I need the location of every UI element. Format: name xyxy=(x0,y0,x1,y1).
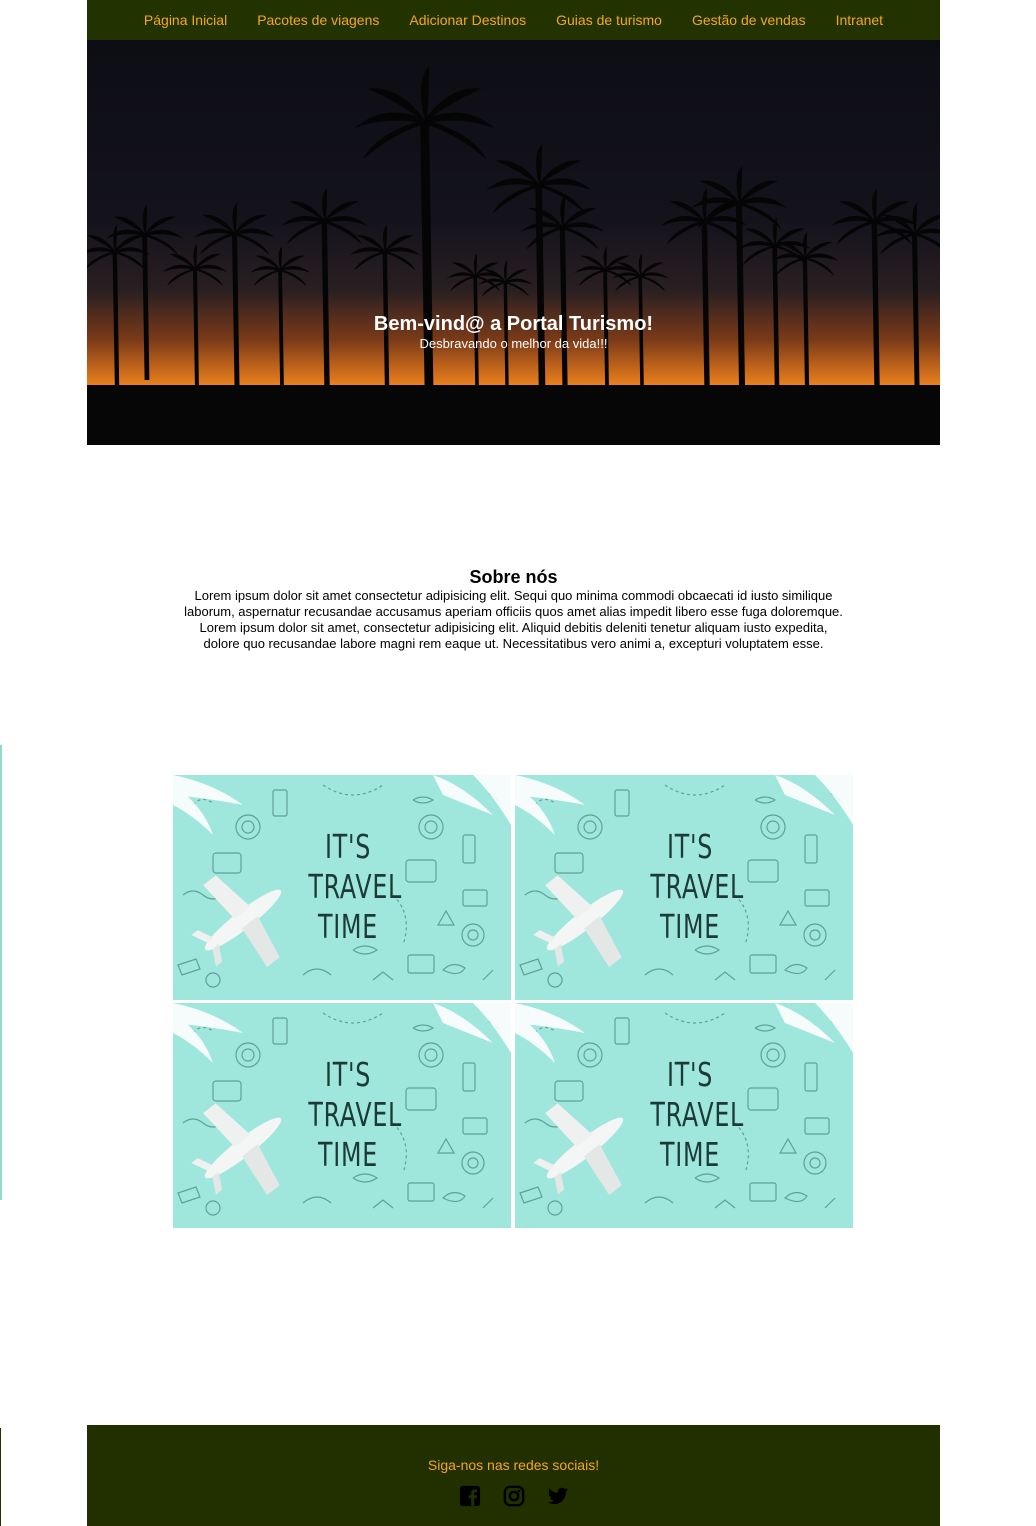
tile-caption-line: IT'S xyxy=(324,1055,372,1094)
facebook-icon[interactable] xyxy=(459,1485,481,1507)
page: Página Inicial Pacotes de viagens Adicio… xyxy=(0,0,1036,1526)
nav-link-gestao-de-vendas[interactable]: Gestão de vendas xyxy=(677,12,821,28)
tile-caption-line: TRAVEL xyxy=(308,1095,403,1134)
tile-caption-line: IT'S xyxy=(666,827,714,866)
hero-text: Bem-vind@ a Portal Turismo! Desbravando … xyxy=(87,312,940,352)
nav-link-pacotes-de-viagens[interactable]: Pacotes de viagens xyxy=(242,12,394,28)
social-links xyxy=(87,1485,940,1507)
tile-caption: IT'S TRAVEL TIME xyxy=(650,1055,745,1175)
edge-strip xyxy=(0,1428,1,1526)
hero-sunset-image xyxy=(87,40,940,445)
tile-caption-line: TRAVEL xyxy=(308,867,403,906)
nav-link-adicionar-destinos[interactable]: Adicionar Destinos xyxy=(394,12,541,28)
nav-link-pagina-inicial[interactable]: Página Inicial xyxy=(129,12,242,28)
instagram-icon[interactable] xyxy=(503,1485,525,1507)
hero-subtitle: Desbravando o melhor da vida!!! xyxy=(419,336,608,351)
tile-caption-line: TIME xyxy=(318,907,378,946)
gallery-image[interactable]: IT'S TRAVEL TIME xyxy=(173,1003,511,1228)
nav-link-guias-de-turismo[interactable]: Guias de turismo xyxy=(541,12,677,28)
tile-caption: IT'S TRAVEL TIME xyxy=(308,1055,403,1175)
footer: Siga-nos nas redes sociais! xyxy=(87,1425,940,1526)
tile-caption-line: IT'S xyxy=(666,1055,714,1094)
about-text: Lorem ipsum dolor sit amet consectetur a… xyxy=(184,588,843,651)
about-section: Sobre nós Lorem ipsum dolor sit amet con… xyxy=(87,566,940,652)
tile-caption-line: TIME xyxy=(318,1135,378,1174)
travel-gallery: IT'S TRAVEL TIME IT'S TRAVEL TIME IT'S T… xyxy=(173,775,855,1228)
top-navbar: Página Inicial Pacotes de viagens Adicio… xyxy=(87,0,940,40)
hero-title: Bem-vind@ a Portal Turismo! xyxy=(373,313,654,335)
tile-caption-line: TRAVEL xyxy=(650,867,745,906)
twitter-icon[interactable] xyxy=(547,1485,569,1507)
edge-strip xyxy=(0,745,2,1200)
tile-caption-line: TRAVEL xyxy=(650,1095,745,1134)
footer-text: Siga-nos nas redes sociais! xyxy=(427,1457,600,1473)
nav-link-intranet[interactable]: Intranet xyxy=(821,12,898,28)
hero-banner: Bem-vind@ a Portal Turismo! Desbravando … xyxy=(87,40,940,445)
tile-caption-line: TIME xyxy=(660,1135,720,1174)
gallery-image[interactable]: IT'S TRAVEL TIME xyxy=(173,775,511,1000)
tile-caption-line: IT'S xyxy=(324,827,372,866)
tile-caption-line: TIME xyxy=(660,907,720,946)
gallery-image[interactable]: IT'S TRAVEL TIME xyxy=(515,1003,853,1228)
tile-caption: IT'S TRAVEL TIME xyxy=(308,827,403,947)
gallery-image[interactable]: IT'S TRAVEL TIME xyxy=(515,775,853,1000)
tile-caption: IT'S TRAVEL TIME xyxy=(650,827,745,947)
about-title: Sobre nós xyxy=(469,567,558,587)
